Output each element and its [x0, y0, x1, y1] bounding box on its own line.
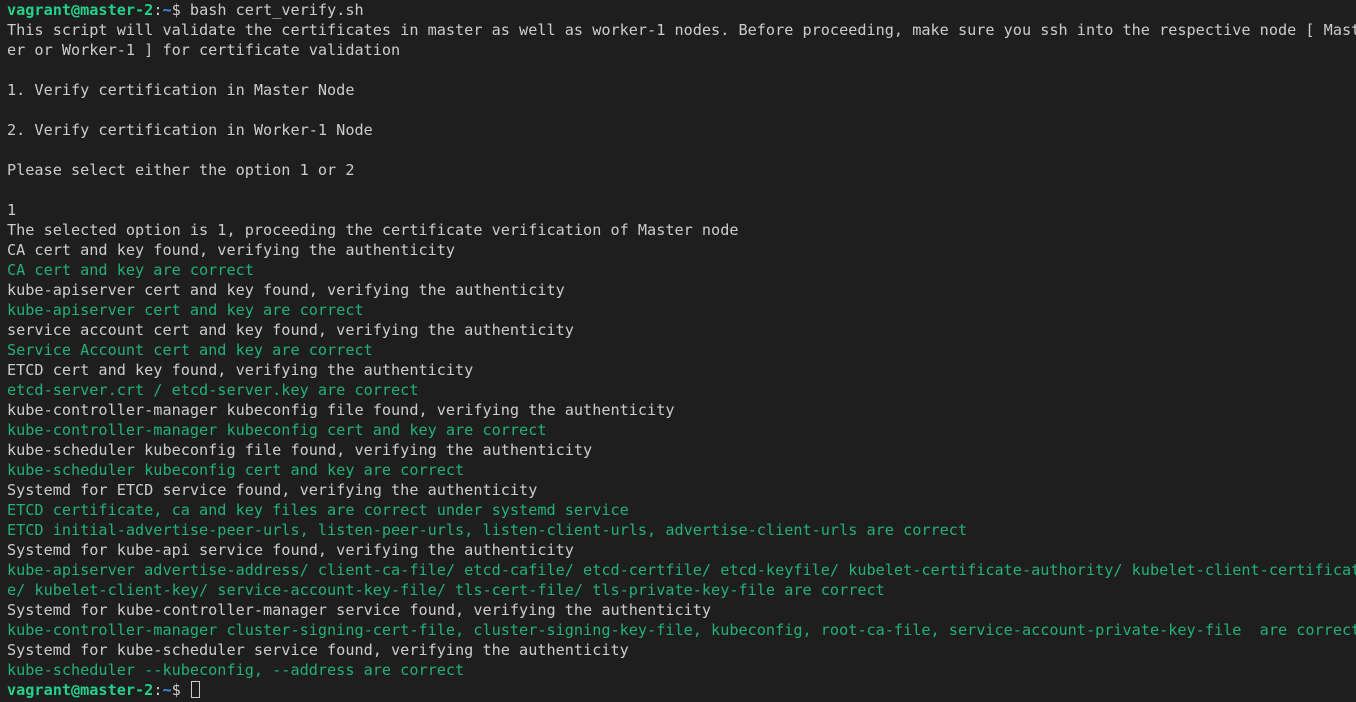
output-line-success: kube-controller-manager kubeconfig cert … — [7, 421, 547, 439]
output-line-success: ETCD initial-advertise-peer-urls, listen… — [7, 521, 968, 539]
output-line-success: CA cert and key are correct — [7, 261, 254, 279]
output-line-success: kube-apiserver cert and key are correct — [7, 301, 364, 319]
output-line-success: kube-apiserver advertise-address/ client… — [7, 561, 1356, 579]
output-line: 2. Verify certification in Worker-1 Node — [7, 121, 373, 139]
output-line: kube-controller-manager kubeconfig file … — [7, 401, 675, 419]
output-line: kube-scheduler kubeconfig file found, ve… — [7, 441, 593, 459]
output-line-success: e/ kubelet-client-key/ service-account-k… — [7, 581, 885, 599]
output-line-success: Service Account cert and key are correct — [7, 341, 373, 359]
output-line-success: kube-scheduler kubeconfig cert and key a… — [7, 461, 465, 479]
output-line: ETCD cert and key found, verifying the a… — [7, 361, 474, 379]
prompt-path: ~ — [162, 681, 172, 699]
output-line: Systemd for kube-api service found, veri… — [7, 541, 574, 559]
output-line: Systemd for kube-scheduler service found… — [7, 641, 629, 659]
output-line-success: kube-scheduler --kubeconfig, --address a… — [7, 661, 465, 679]
terminal-window[interactable]: vagrant@master-2:~$ bash cert_verify.sh … — [0, 0, 1356, 702]
prompt-path: ~ — [162, 1, 172, 19]
output-line: The selected option is 1, proceeding the… — [7, 221, 739, 239]
output-line: er or Worker-1 ] for certificate validat… — [7, 41, 401, 59]
output-line: service account cert and key found, veri… — [7, 321, 574, 339]
prompt-user-host: vagrant@master-2 — [7, 681, 154, 699]
output-line: CA cert and key found, verifying the aut… — [7, 241, 456, 259]
command-line: vagrant@master-2:~$ bash cert_verify.sh — [7, 0, 1356, 20]
command-text: bash cert_verify.sh — [189, 1, 364, 19]
output-line: kube-apiserver cert and key found, verif… — [7, 281, 565, 299]
prompt-symbol: $ — [171, 1, 190, 19]
output-line-success: ETCD certificate, ca and key files are c… — [7, 501, 629, 519]
text-cursor[interactable] — [190, 681, 200, 698]
prompt-user-host: vagrant@master-2 — [7, 1, 154, 19]
output-line: 1 — [7, 201, 17, 219]
output-line: Systemd for kube-controller-manager serv… — [7, 601, 712, 619]
output-line-success: etcd-server.crt / etcd-server.key are co… — [7, 381, 419, 399]
output-line-success: kube-controller-manager cluster-signing-… — [7, 621, 1356, 639]
output-line: Systemd for ETCD service found, verifyin… — [7, 481, 538, 499]
output-line: Please select either the option 1 or 2 — [7, 161, 355, 179]
prompt-symbol: $ — [171, 681, 190, 699]
terminal-output: This script will validate the certificat… — [7, 20, 1356, 680]
active-prompt-line[interactable]: vagrant@master-2:~$ — [7, 680, 1356, 700]
output-line: This script will validate the certificat… — [7, 21, 1356, 39]
output-line: 1. Verify certification in Master Node — [7, 81, 355, 99]
